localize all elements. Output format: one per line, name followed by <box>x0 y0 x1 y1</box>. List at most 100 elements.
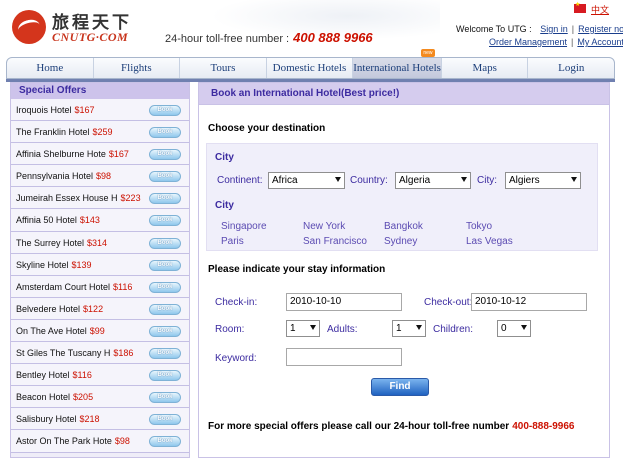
offer-hotel-name[interactable]: Amsterdam Court Hotel <box>16 282 110 292</box>
offer-row[interactable]: Pennsylvania Hotel $98 Book <box>11 165 189 188</box>
nav-login[interactable]: Login <box>528 58 614 78</box>
register-link[interactable]: Register now <box>578 24 623 34</box>
offer-row[interactable]: Amsterdam Court Hotel $116 Book <box>11 275 189 298</box>
offer-price: $218 <box>79 414 100 425</box>
city-link-paris[interactable]: Paris <box>221 236 244 247</box>
book-button[interactable]: Book <box>149 193 181 205</box>
offer-price: $167 <box>74 105 95 115</box>
logo-icon[interactable] <box>12 10 46 44</box>
offer-row[interactable]: Skyline Hotel $139 Book <box>11 253 189 276</box>
nav-maps[interactable]: Maps <box>442 58 529 78</box>
offer-row[interactable]: The Franklin Hotel $259 Book <box>11 121 189 144</box>
room-select[interactable]: 1 <box>286 320 320 337</box>
offer-row[interactable]: Astor On The Park Hote $98 Book <box>11 430 189 453</box>
offer-hotel-name[interactable]: Salisbury Hotel <box>16 414 77 424</box>
book-button[interactable]: Book <box>149 303 181 315</box>
sign-in-link[interactable]: Sign in <box>540 24 568 34</box>
destination-box: City Continent: Africa Country: Algeria … <box>206 143 598 251</box>
city-link-new-york[interactable]: New York <box>303 221 345 232</box>
offer-hotel-name[interactable]: Astor On The Park Hote <box>16 436 112 446</box>
order-management-link[interactable]: Order Management <box>489 37 567 47</box>
offer-hotel-name[interactable]: The Surrey Hotel <box>16 238 84 248</box>
offer-row[interactable]: Bentley Hotel $116 Book <box>11 364 189 387</box>
book-button[interactable]: Book <box>149 436 181 448</box>
city-link-san-francisco[interactable]: San Francisco <box>303 236 367 247</box>
city-link-las-vegas[interactable]: Las Vegas <box>466 236 513 247</box>
language-link[interactable]: 中文 <box>591 3 609 16</box>
children-label: Children: <box>433 324 474 335</box>
book-button[interactable]: Book <box>149 325 181 337</box>
find-button[interactable]: Find <box>371 378 429 396</box>
offer-row[interactable]: Jumeirah Essex House H $223 Book <box>11 187 189 210</box>
offer-price: $223 <box>120 193 141 204</box>
book-button[interactable]: Book <box>149 149 181 161</box>
special-offers-sidebar: Special Offers Iroquois Hotel $167 Book The… <box>10 82 190 458</box>
adults-value: 1 <box>396 323 402 334</box>
offer-row[interactable]: Iroquois Hotel $167 Book <box>11 99 189 122</box>
offer-price: $143 <box>79 215 100 226</box>
offer-row[interactable]: On The Ave Hotel $99 Book <box>11 319 189 343</box>
book-button[interactable]: Book <box>149 281 181 293</box>
logo-english-text[interactable]: CNUTG·COM <box>52 30 128 45</box>
main-nav: Home Flights Tours Domestic Hotels Inter… <box>6 49 615 79</box>
checkin-input[interactable]: 2010-10-10 <box>286 293 402 311</box>
separator: | <box>571 24 575 34</box>
nav-tours[interactable]: Tours <box>180 58 267 78</box>
checkout-input[interactable]: 2010-10-12 <box>471 293 587 311</box>
offer-hotel-name[interactable]: St Giles The Tuscany H <box>16 348 110 358</box>
offer-hotel-name[interactable]: Affinia Shelburne Hote <box>16 149 106 159</box>
book-button[interactable]: Book <box>149 215 181 227</box>
book-button[interactable]: Book <box>149 259 181 271</box>
city-link-sydney[interactable]: Sydney <box>384 236 417 247</box>
offer-hotel-name[interactable]: Jumeirah Essex House H <box>16 193 118 203</box>
book-button[interactable]: Book <box>149 127 181 139</box>
offer-hotel-name[interactable]: Skyline Hotel <box>16 260 69 270</box>
country-select[interactable]: Algeria <box>395 172 471 189</box>
book-button[interactable]: Book <box>149 348 181 360</box>
children-select[interactable]: 0 <box>497 320 531 337</box>
nav-home[interactable]: Home <box>7 58 94 78</box>
offer-hotel-name[interactable]: On The Ave Hotel <box>16 326 87 336</box>
offer-row[interactable]: The Surrey Hotel $314 Book <box>11 231 189 254</box>
offer-row[interactable]: Salisbury Hotel $218 Book <box>11 408 189 431</box>
book-button[interactable]: Book <box>149 237 181 249</box>
city-link-bangkok[interactable]: Bangkok <box>384 221 423 232</box>
offer-hotel-name[interactable]: Iroquois Hotel <box>16 105 72 115</box>
offer-row[interactable]: Belvedere Hotel $122 Book <box>11 297 189 320</box>
keyword-input[interactable] <box>286 348 402 366</box>
nav-flights[interactable]: Flights <box>94 58 181 78</box>
offer-hotel-name[interactable]: Belvedere Hotel <box>16 304 80 314</box>
offer-row[interactable]: St Giles The Tuscany H $186 Book <box>11 342 189 365</box>
dropdown-arrow-icon <box>521 325 527 330</box>
city-link-tokyo[interactable]: Tokyo <box>466 221 492 232</box>
dropdown-arrow-icon <box>416 325 422 330</box>
city-link-singapore[interactable]: Singapore <box>221 221 267 232</box>
offer-row[interactable]: Affinia Shelburne Hote $167 Book <box>11 143 189 166</box>
china-flag-icon[interactable] <box>574 1 586 13</box>
nav-domestic-hotels[interactable]: Domestic Hotels <box>267 58 354 78</box>
offer-price: $122 <box>83 303 104 314</box>
offer-row[interactable]: Beacon Hotel $205 Book <box>11 386 189 409</box>
book-button[interactable]: Book <box>149 392 181 404</box>
offer-row[interactable]: Affinia 50 Hotel $143 Book <box>11 209 189 232</box>
dropdown-arrow-icon <box>310 325 316 330</box>
nav-international-hotels[interactable]: International Hotels new <box>353 49 442 78</box>
offer-hotel-name[interactable]: Beacon Hotel <box>16 392 70 402</box>
country-label: Country: <box>350 175 388 186</box>
my-account-link[interactable]: My Account <box>577 37 623 47</box>
continent-select[interactable]: Africa <box>268 172 345 189</box>
book-button[interactable]: Book <box>149 105 181 116</box>
adults-select[interactable]: 1 <box>392 320 426 337</box>
city-select[interactable]: Algiers <box>505 172 581 189</box>
offer-hotel-name[interactable]: Bentley Hotel <box>16 370 70 380</box>
offer-hotel-name[interactable]: The Franklin Hotel <box>16 127 90 137</box>
offer-hotel-name[interactable]: Pennsylvania Hotel <box>16 171 93 181</box>
keyword-label: Keyword: <box>215 353 257 364</box>
offer-price: $98 <box>114 436 130 447</box>
book-button[interactable]: Book <box>149 414 181 426</box>
new-badge: new <box>420 49 435 57</box>
room-value: 1 <box>290 323 296 334</box>
offer-hotel-name[interactable]: Affinia 50 Hotel <box>16 215 77 225</box>
book-button[interactable]: Book <box>149 171 181 183</box>
book-button[interactable]: Book <box>149 370 181 382</box>
